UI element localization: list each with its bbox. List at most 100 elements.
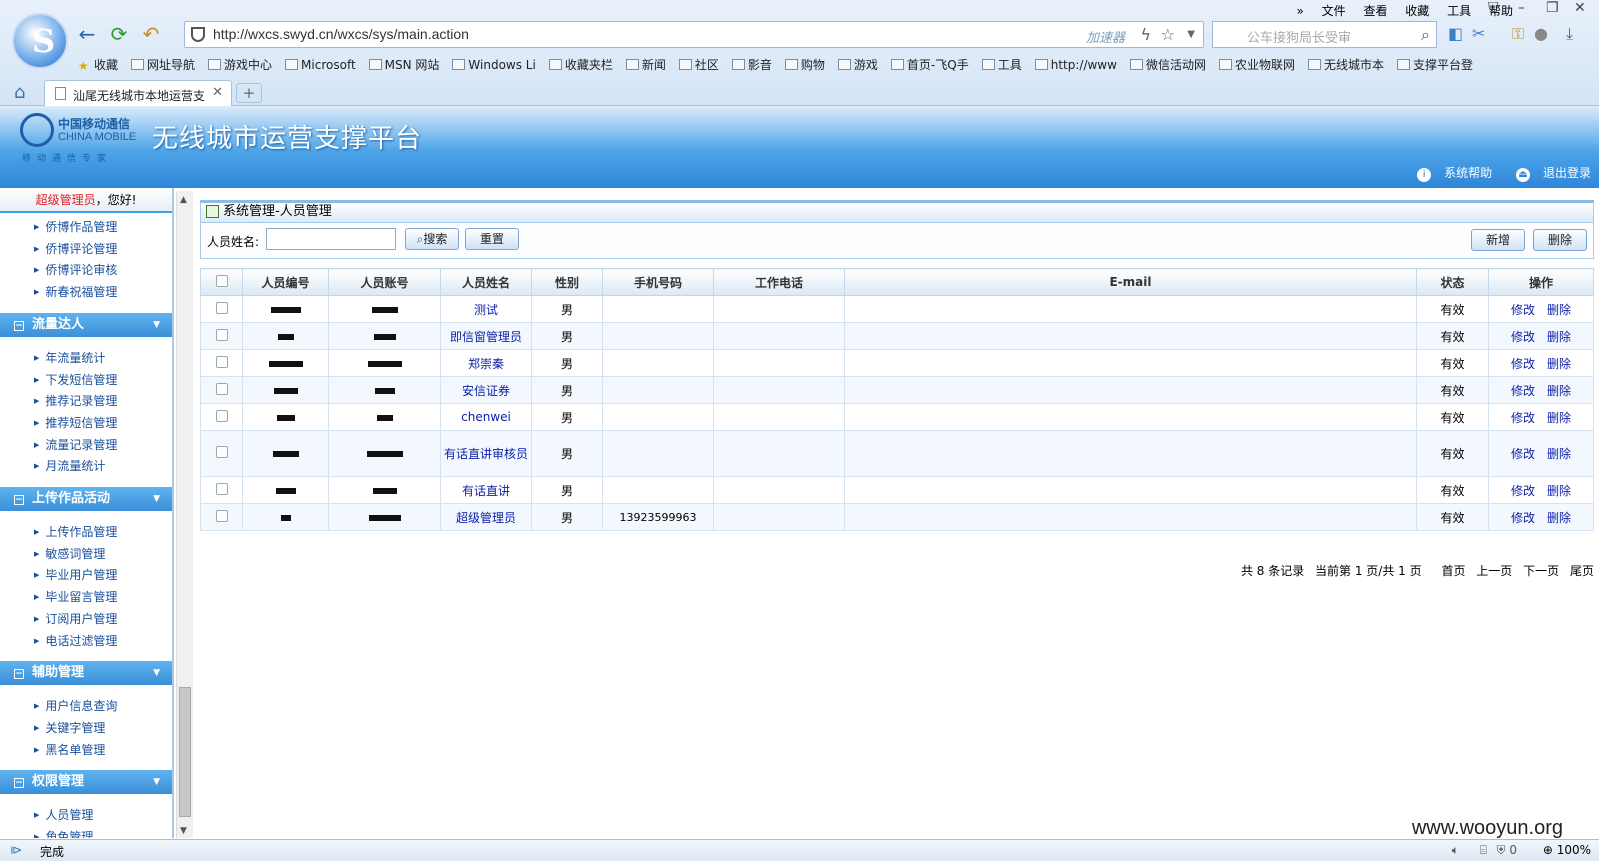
collapse-icon[interactable]: −	[14, 320, 24, 331]
staff-name-cell[interactable]: 有话直讲	[440, 476, 532, 504]
browser-logo[interactable]: S	[12, 13, 68, 69]
sidebar-item[interactable]: ▶ 人员管理	[34, 806, 93, 826]
collapse-icon[interactable]: −	[14, 778, 24, 789]
search-button[interactable]: ⌕搜索	[405, 228, 459, 250]
edit-link[interactable]: 修改	[1511, 447, 1535, 461]
sidebar-item[interactable]: ▶ 电话过滤管理	[34, 632, 117, 652]
sidebar-item[interactable]: ▶ 侨博作品管理	[34, 218, 117, 238]
edit-link[interactable]: 修改	[1511, 484, 1535, 498]
menu-favorites[interactable]: 收藏	[1405, 4, 1429, 18]
scroll-up-icon[interactable]: ▲	[180, 195, 187, 205]
delete-link[interactable]: 删除	[1547, 384, 1571, 398]
favorite-item[interactable]: ★ 收藏	[78, 56, 118, 73]
select-all-checkbox[interactable]	[215, 274, 228, 287]
sidebar-item[interactable]: ▶ 年流量统计	[34, 349, 105, 369]
edit-link[interactable]: 修改	[1511, 511, 1535, 525]
sidebar-item[interactable]: ▶ 订阅用户管理	[34, 610, 117, 630]
edit-link[interactable]: 修改	[1511, 411, 1535, 425]
chevron-down-icon[interactable]: ▼	[153, 661, 160, 685]
pager-first[interactable]: 首页	[1441, 564, 1465, 578]
favorite-item[interactable]: MSN 网站	[368, 56, 439, 73]
sidebar-item[interactable]: ▶ 新春祝福管理	[34, 283, 117, 303]
sidebar-group-header[interactable]: − 流量达人 ▼	[0, 312, 172, 337]
favorite-item[interactable]: 社区	[678, 56, 719, 73]
close-icon[interactable]: ✕	[1574, 0, 1586, 16]
sidebar-group-header[interactable]: − 上传作品活动 ▼	[0, 487, 172, 511]
sidebar-item[interactable]: ▶ 下发短信管理	[34, 371, 117, 391]
menu-expand-icon[interactable]: »	[1296, 4, 1303, 18]
sidebar-item[interactable]: ▶ 毕业留言管理	[34, 588, 117, 608]
edit-link[interactable]: 修改	[1511, 384, 1535, 398]
sidebar-item[interactable]: ▶ 毕业用户管理	[34, 566, 117, 586]
sidebar-item[interactable]: ▶ 推荐短信管理	[34, 414, 117, 434]
skin-icon[interactable]: ⛉	[1488, 0, 1499, 16]
favorite-item[interactable]: http://www	[1034, 58, 1117, 72]
camera-icon[interactable]: ⌸	[1480, 843, 1487, 858]
collapse-icon[interactable]: −	[14, 495, 24, 505]
shield-status-icon[interactable]: ⛨ 0	[1497, 843, 1517, 858]
sidebar-item[interactable]: ▶ 黑名单管理	[34, 741, 105, 761]
edit-link[interactable]: 修改	[1511, 330, 1535, 344]
pager-next[interactable]: 下一页	[1523, 564, 1559, 578]
edit-link[interactable]: 修改	[1511, 357, 1535, 371]
undo-icon[interactable]: ↶	[140, 24, 162, 46]
tab-close-icon[interactable]: ✕	[212, 85, 223, 100]
collapse-icon[interactable]: −	[14, 669, 24, 680]
back-icon[interactable]: ←	[76, 24, 98, 46]
delete-link[interactable]: 删除	[1547, 484, 1571, 498]
menu-file[interactable]: 文件	[1322, 4, 1346, 18]
staff-name-cell[interactable]: 测试	[440, 295, 532, 323]
add-button[interactable]: 新增	[1471, 229, 1525, 251]
search-icon[interactable]: ⌕	[1421, 25, 1430, 45]
row-checkbox[interactable]	[215, 301, 228, 314]
delete-link[interactable]: 删除	[1547, 411, 1571, 425]
row-checkbox[interactable]	[215, 482, 228, 495]
volume-icon[interactable]: 🔈︎	[1452, 843, 1459, 858]
delete-button[interactable]: 删除	[1533, 229, 1587, 251]
staff-name-cell[interactable]: 有话直讲审核员	[440, 430, 532, 477]
url-text[interactable]: http://wxcs.swyd.cn/wxcs/sys/main.action	[213, 26, 469, 42]
key-icon[interactable]: ⚿	[1512, 24, 1524, 44]
restore-icon[interactable]: ❐	[1546, 0, 1559, 16]
favorite-item[interactable]: 游戏中心	[208, 56, 272, 73]
lightning-icon[interactable]: ϟ	[1140, 25, 1151, 44]
table-row[interactable]: 测试男有效 修改 删除	[200, 295, 1594, 323]
staff-name-cell[interactable]: 安信证券	[440, 376, 532, 404]
pager-prev[interactable]: 上一页	[1476, 564, 1512, 578]
staff-name-cell[interactable]: 即信窗管理员	[440, 322, 532, 350]
tab-title[interactable]: 汕尾无线城市本地运营支	[73, 87, 208, 104]
accelerator-label[interactable]: 加速器	[1086, 27, 1125, 46]
sidebar-group-header[interactable]: − 权限管理 ▼	[0, 770, 172, 795]
browser-tab-active[interactable]: 汕尾无线城市本地运营支 ✕	[44, 80, 232, 106]
sidebar-item[interactable]: ▶ 月流量统计	[34, 457, 105, 477]
favorite-item[interactable]: 游戏	[837, 56, 878, 73]
delete-link[interactable]: 删除	[1547, 330, 1571, 344]
row-checkbox[interactable]	[215, 382, 228, 395]
row-checkbox[interactable]	[215, 355, 228, 368]
user-icon[interactable]: ●	[1534, 24, 1548, 43]
help-link[interactable]: i 系统帮助	[1407, 166, 1492, 182]
reset-button[interactable]: 重置	[465, 228, 519, 250]
minimize-icon[interactable]: –	[1518, 0, 1525, 16]
favorite-item[interactable]: 新闻	[625, 56, 666, 73]
sidebar-item[interactable]: ▶ 侨博评论审核	[34, 261, 117, 281]
sidebar-item[interactable]: ▶ 角色管理	[34, 828, 93, 838]
zoom-level[interactable]: ⊕ 100%	[1543, 843, 1591, 857]
home-icon[interactable]: ⌂	[14, 82, 25, 103]
chevron-down-icon[interactable]: ▼	[153, 313, 160, 337]
favorite-item[interactable]: Windows Li	[452, 58, 536, 72]
favorite-item[interactable]: 无线城市本	[1307, 56, 1384, 73]
scroll-down-icon[interactable]: ▼	[180, 826, 187, 836]
scrollbar-thumb[interactable]	[179, 687, 191, 817]
favorite-item[interactable]: 影音	[731, 56, 772, 73]
row-checkbox[interactable]	[215, 509, 228, 522]
chevron-down-icon[interactable]: ▼	[153, 770, 160, 794]
sidebar-toggle-icon[interactable]: ◧	[1448, 24, 1463, 43]
staff-name-cell[interactable]: 超级管理员	[440, 503, 532, 531]
sidebar-item[interactable]: ▶ 推荐记录管理	[34, 392, 117, 412]
delete-link[interactable]: 删除	[1547, 357, 1571, 371]
sidebar-item[interactable]: ▶ 敏感词管理	[34, 545, 105, 565]
name-filter-input[interactable]	[266, 228, 396, 250]
favorite-item[interactable]: 工具	[981, 56, 1022, 73]
refresh-icon[interactable]: ⟳	[108, 24, 130, 46]
